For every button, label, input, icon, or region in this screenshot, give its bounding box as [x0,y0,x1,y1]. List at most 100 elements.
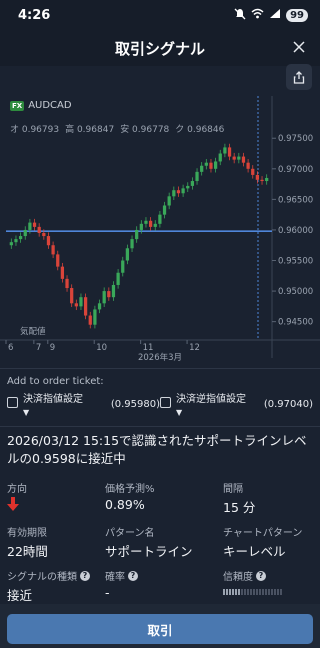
signal-icon [269,8,281,22]
help-icon[interactable]: ? [80,570,90,581]
divider [0,368,320,369]
candle-body [32,222,37,227]
direction-label: 方向 [7,484,27,495]
interval-cell: 間隔 15 分 [223,480,313,516]
price-tick-label: 0.94500 [278,318,313,328]
candle-body [213,161,218,169]
order-ticket-title: Add to order ticket: [7,376,104,387]
take-profit-checkbox[interactable] [7,397,18,408]
candle-body [102,291,106,304]
candle-body [97,303,102,310]
share-button[interactable] [286,64,312,90]
chart-pattern-label: チャートパターン [223,528,303,539]
interval-label: 間隔 [223,484,243,495]
candle-body [116,272,120,285]
candle-body [70,288,74,304]
chart-canvas[interactable]: 0.97500 0.97000 0.96500 0.96000 0.95500 0.950… [0,96,320,366]
candle-body [51,245,55,255]
candle-body [255,174,260,180]
close-button[interactable] [288,36,310,58]
interval-value: 15 分 [223,500,256,515]
candle-body [130,239,134,249]
date-tick-label: 6 [8,343,13,353]
price-tick-label: 0.96500 [278,195,313,205]
price-tick-label: 0.97500 [278,134,313,144]
signal-type-value: 接近 [7,588,33,603]
price-tick-label: 0.95500 [278,257,313,267]
close-icon [293,41,305,53]
help-icon[interactable]: ? [256,570,266,581]
take-profit-label-text: 決済指値設定 [23,394,83,405]
chart-pattern-value: キーレベル [223,544,286,559]
price-tick-label: 0.97000 [278,165,313,175]
candle-body [204,162,208,166]
candle-body [107,291,111,298]
candle-body [265,177,269,182]
candle-body [223,147,227,154]
confidence-segment [244,589,246,595]
stop-loss-checkbox[interactable] [160,397,171,408]
prediction-label: 価格予測% [105,484,155,495]
help-icon[interactable]: ? [128,570,138,581]
date-tick-label: 10 [96,343,107,353]
confidence-segment [259,589,261,595]
confidence-segment [235,589,237,595]
pattern-name-cell: パターン名 サポートライン [105,524,223,560]
caret-down-icon[interactable]: ▼ [176,406,246,419]
confidence-segment [280,589,282,595]
candle-body [139,223,143,230]
expiry-value: 22時間 [7,544,48,559]
symbol-name: AUDCAD [28,100,72,111]
candle-body [60,266,65,279]
fx-badge: FX [10,100,25,111]
candle-body [167,196,171,206]
candle-body [241,156,246,163]
confidence-segment [250,589,252,595]
probability-label: 確率 [105,572,125,583]
ohlc-close: ク 0.96846 [175,125,225,135]
share-icon [293,70,305,84]
candle-body [111,284,116,298]
candle-body [181,188,185,194]
divider [0,426,320,427]
confidence-segment [271,589,273,595]
candle-body [232,156,236,160]
confidence-segment [274,589,276,595]
status-time: 4:26 [18,7,51,23]
probability-label-wrap: 確率 ? [105,568,223,583]
date-tick-label: 9 [50,343,55,353]
confidence-cell: 信頼度 ? [223,568,313,604]
candle-body [153,223,157,227]
take-profit-value: (0.95980) [110,399,160,410]
chart-symbol: FX AUDCAD [10,100,72,111]
candle-body [93,309,97,325]
candle-body [172,190,176,197]
probability-value: - [105,585,110,600]
confidence-segment [229,589,231,595]
caret-down-icon[interactable]: ▼ [23,406,83,419]
candle-body [251,168,255,175]
candle-body [65,278,69,289]
trade-button[interactable]: 取引 [7,614,313,644]
battery-icon: 99 [286,8,308,22]
candle-body [121,260,125,273]
prediction-cell: 価格予測% 0.89% [105,480,223,516]
stop-loss-option[interactable]: 決済逆指値設定 ▼ (0.97040) [160,393,313,421]
candle-body [88,315,92,325]
header: 取引シグナル [0,30,320,66]
take-profit-option[interactable]: 決済指値設定 ▼ (0.95980) [7,393,160,421]
confidence-segment [253,589,255,595]
validity-label: 気配値 [20,326,46,337]
candle-body [260,179,264,182]
price-chart[interactable]: 0.97500 0.97000 0.96500 0.96000 0.95500 0.950… [0,96,320,366]
probability-cell: 確率 ? - [105,568,223,604]
stop-loss-value: (0.97040) [263,399,313,410]
wifi-icon [251,8,264,22]
pattern-name-value: サポートライン [105,544,193,559]
confidence-segment [262,589,264,595]
confidence-label-wrap: 信頼度 ? [223,568,313,583]
chart-pattern-cell: チャートパターン キーレベル [223,524,313,560]
ohlc-high: 高 0.96847 [65,125,115,135]
date-tick-label: 11 [143,343,154,353]
confidence-segment [223,589,225,595]
